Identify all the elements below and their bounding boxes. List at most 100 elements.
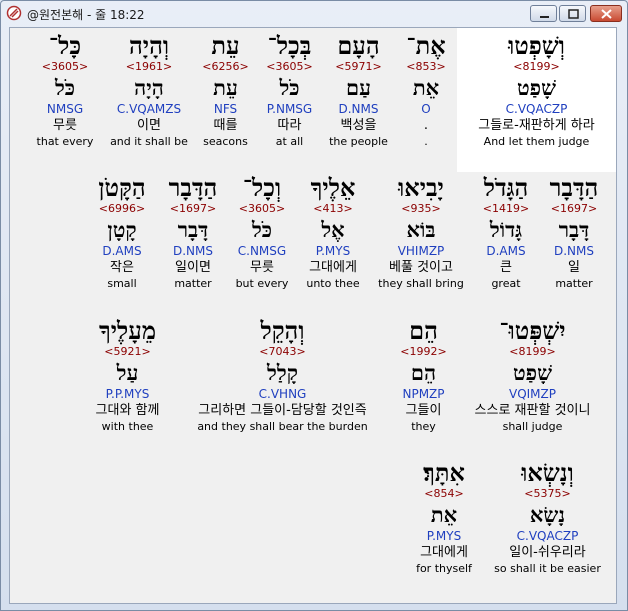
english-gloss: for thyself (416, 562, 472, 575)
strong-number[interactable]: <5921> (80, 345, 175, 359)
word-cell[interactable]: אֵלֶיךָ <413> אֶל P.MYS 그대에게 unto thee (296, 174, 370, 291)
hebrew-word: הַדָּבָר (168, 173, 218, 202)
word-cell[interactable]: הַקָּטֹן <6996> קָטָן D.AMS 작은 small (86, 174, 158, 291)
word-cell[interactable]: כָּל־ <3605> כֹּל NMSG 무릇 that every (26, 32, 104, 149)
korean-gloss: 그들이 (405, 403, 442, 418)
english-gloss: they (411, 420, 436, 433)
korean-gloss: 무릇 (250, 260, 274, 275)
lemma: עֵת (213, 75, 238, 100)
word-cell[interactable]: וְנָשְׂאוּ <5375> נָשָׂא C.VQACZP 일이-쉬우리… (482, 459, 613, 576)
korean-gloss: 그들로-재판하게 하라 (478, 118, 595, 133)
strong-number[interactable]: <3605> (228, 202, 296, 216)
strong-number[interactable]: <5375> (482, 487, 613, 501)
hebrew-word: וְכָל־ (242, 173, 282, 202)
lemma: הֵם (410, 360, 437, 385)
lemma: קָטָן (107, 217, 137, 242)
strong-number[interactable]: <8199> (457, 60, 616, 74)
close-icon (601, 9, 612, 19)
word-cell[interactable]: עֵת <6256> עֵת NFS 때를 seacons (194, 32, 257, 149)
english-gloss: unto thee (306, 277, 360, 290)
hebrew-word: אֶת־ (406, 31, 446, 60)
strong-number[interactable]: <3605> (26, 60, 104, 74)
window-title: @원전본해 - 줄 18:22 (27, 8, 145, 22)
lemma: שָׁפַט (517, 75, 556, 100)
lemma: הָיָה (134, 75, 164, 100)
korean-gloss: 그대와 함께 (95, 403, 160, 418)
word-cell[interactable]: יָבִיאוּ <935> בּוֹא VHIMZP 베풀 것이고 they … (370, 174, 472, 291)
strong-number[interactable]: <1697> (158, 202, 228, 216)
hebrew-word: בְּכָל־ (267, 31, 312, 60)
strong-number[interactable]: <7043> (175, 345, 390, 359)
strong-number[interactable]: <853> (395, 60, 457, 74)
korean-gloss: 그대에게 (309, 260, 357, 275)
hebrew-word: הָעָם (337, 31, 380, 60)
lemma: אֵת (412, 75, 440, 100)
morphology: D.AMS (486, 244, 526, 258)
word-cell[interactable]: מֵעָלֶיךָ <5921> עַל P.P.MYS 그대와 함께 with… (80, 317, 175, 434)
morphology: P.P.MYS (105, 387, 150, 401)
korean-gloss: 일이면 (175, 260, 211, 275)
morphology: C.VQACZP (516, 529, 579, 543)
strong-number[interactable]: <854> (406, 487, 482, 501)
english-gloss: small (107, 277, 137, 290)
hebrew-word: הֵם (409, 316, 438, 345)
lemma: נָשָׂא (529, 502, 566, 527)
word-cell[interactable]: אֶת־ <853> אֵת O . . (395, 32, 457, 149)
word-cell[interactable]: הַגָּדֹל <1419> גָּדוֹל D.AMS 큰 great (472, 174, 540, 291)
lemma: אֶל (321, 217, 345, 242)
korean-gloss: 무릇 (53, 118, 77, 133)
morphology: NPMZP (402, 387, 445, 401)
english-gloss: so shall it be easier (494, 562, 601, 575)
strong-number[interactable]: <413> (296, 202, 370, 216)
english-gloss: but every (235, 277, 289, 290)
word-cell[interactable]: הַדָּבָר <1697> דָּבָר D.NMS 일 matter (540, 174, 608, 291)
strong-number[interactable]: <8199> (467, 345, 598, 359)
word-cell[interactable]: וְהָיָה <1961> הָיָה C.VQAMZS 이면 and it … (104, 32, 194, 149)
word-cell[interactable]: אִתָּךְ׃ <854> אֵת P.MYS 그대에게 for thysel… (406, 459, 482, 576)
morphology: D.NMS (553, 244, 594, 258)
korean-gloss: . (423, 118, 429, 133)
korean-gloss: 백성을 (340, 118, 377, 133)
morphology: C.VQAMZS (116, 102, 182, 116)
korean-gloss: 일이-쉬우리라 (509, 545, 586, 560)
word-cell[interactable]: בְּכָל־ <3605> כֹּל P.NMSG 따라 at all (257, 32, 322, 149)
word-cell[interactable]: הַדָּבָר <1697> דָּבָר D.NMS 일이면 matter (158, 174, 228, 291)
close-button[interactable] (590, 5, 622, 22)
hebrew-word: וְשָׁפְטוּ (508, 31, 565, 60)
title-bar[interactable]: @원전본해 - 줄 18:22 (1, 1, 627, 27)
minimize-button[interactable] (530, 5, 557, 22)
hebrew-word: הַקָּטֹן (98, 173, 146, 202)
lemma: כֹּל (54, 75, 76, 100)
strong-number[interactable]: <1697> (540, 202, 608, 216)
morphology: P.MYS (315, 244, 351, 258)
strong-number[interactable]: <1419> (472, 202, 540, 216)
strong-number[interactable]: <1961> (104, 60, 194, 74)
maximize-button[interactable] (559, 5, 586, 22)
hebrew-word: וְנָשְׂאוּ (521, 458, 574, 487)
word-cell[interactable]: וְכָל־ <3605> כֹּל C.NMSG 무릇 but every (228, 174, 296, 291)
english-gloss: matter (174, 277, 212, 290)
english-gloss: the people (329, 135, 388, 148)
morphology: P.MYS (426, 529, 462, 543)
lemma: אֵת (430, 502, 458, 527)
strong-number[interactable]: <6996> (86, 202, 158, 216)
strong-number[interactable]: <5971> (322, 60, 395, 74)
strong-number[interactable]: <3605> (257, 60, 322, 74)
word-cell[interactable]: הָעָם <5971> עַם D.NMS 백성을 the people (322, 32, 395, 149)
word-cell[interactable]: הֵם <1992> הֵם NPMZP 그들이 they (390, 317, 457, 434)
word-cell[interactable]: יִשְׁפְּטוּ־ <8199> שָׁפַט VQIMZP 스스로 재판… (467, 317, 598, 434)
strong-number[interactable]: <6256> (194, 60, 257, 74)
korean-gloss: 스스로 재판할 것이니 (474, 403, 591, 418)
strong-number[interactable]: <935> (370, 202, 472, 216)
korean-gloss: 그리하면 그들이-담당할 것인즉 (198, 403, 367, 418)
english-gloss: seacons (203, 135, 248, 148)
korean-gloss: 큰 (500, 260, 512, 275)
app-icon (6, 5, 22, 21)
hebrew-word: הַדָּבָר (549, 173, 599, 202)
korean-gloss: 따라 (277, 118, 302, 133)
english-gloss: And let them judge (483, 135, 590, 148)
strong-number[interactable]: <1992> (390, 345, 457, 359)
word-cell[interactable]: וְשָׁפְטוּ <8199> שָׁפַט C.VQACZP 그들로-재판… (457, 32, 616, 149)
english-gloss: great (491, 277, 521, 290)
word-cell[interactable]: וְהָקֵל <7043> קָלַל C.VHNG 그리하면 그들이-담당할… (175, 317, 390, 434)
